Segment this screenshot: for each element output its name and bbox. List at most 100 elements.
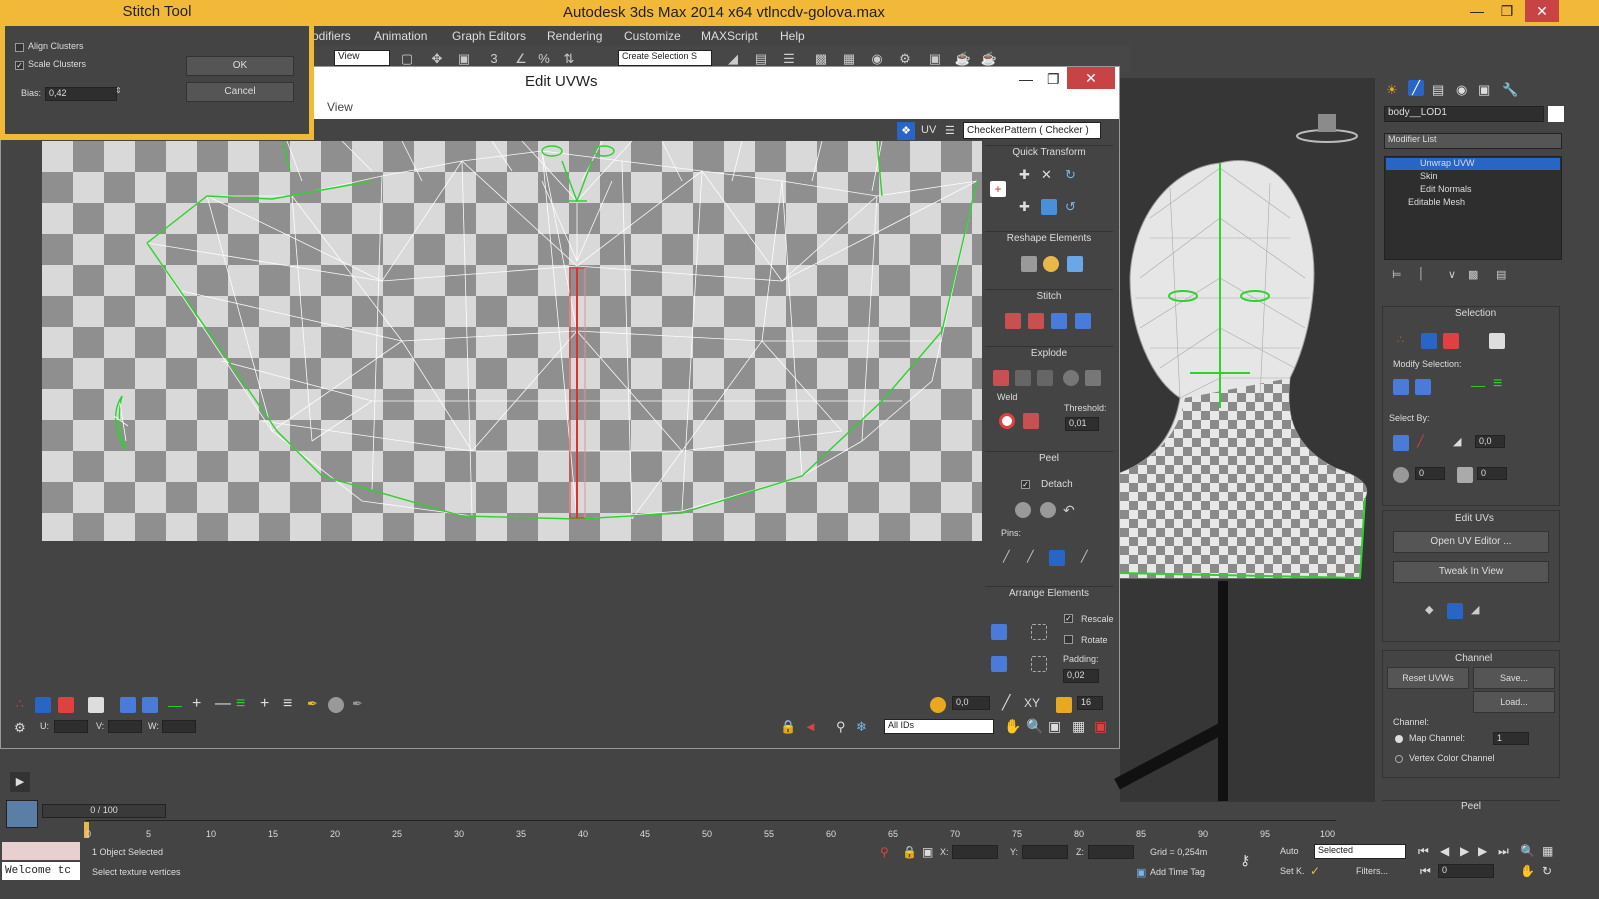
poly-select-icon[interactable] <box>1443 333 1459 349</box>
align-horizontal-icon[interactable]: ✚ <box>1019 167 1035 183</box>
u-input[interactable] <box>54 720 88 733</box>
select-by-element-icon[interactable] <box>1393 435 1409 451</box>
reset-uvws-button[interactable]: Reset UVWs <box>1387 667 1469 689</box>
auto-key-button[interactable]: Auto <box>1280 846 1299 856</box>
soft-select-icon[interactable] <box>328 697 344 713</box>
add-time-tag[interactable]: Add Time Tag <box>1150 867 1205 877</box>
view-select[interactable]: View <box>334 50 390 66</box>
stitch-cancel-button[interactable]: Cancel <box>186 82 294 102</box>
object-name-input[interactable]: body__LOD1 <box>1384 106 1544 122</box>
channel-header[interactable]: Channel <box>1455 653 1492 664</box>
pan-viewport-icon[interactable]: ✋ <box>1520 864 1535 878</box>
relax-icon[interactable] <box>1043 256 1059 272</box>
uvw-menu-view[interactable]: View <box>327 100 353 114</box>
w-input[interactable] <box>162 720 196 733</box>
loop-icon[interactable]: — <box>1471 377 1485 393</box>
bias-spinner-icon[interactable]: ⇕ <box>115 86 122 95</box>
go-to-end-icon[interactable]: ⏭ <box>1498 844 1509 859</box>
stack-edit-normals[interactable]: Edit Normals <box>1386 184 1560 196</box>
edit-uvs-header[interactable]: Edit UVs <box>1455 513 1494 524</box>
play-animation-icon[interactable]: ▶ <box>1460 844 1469 858</box>
zoom-extents-icon[interactable]: ▦ <box>1072 718 1085 735</box>
uv-editor-canvas[interactable] <box>42 141 982 541</box>
pack-custom-icon[interactable] <box>991 656 1007 672</box>
key-mode-toggle-icon[interactable]: ⏮ <box>1420 864 1431 879</box>
pin-stack-icon[interactable]: ⊨ <box>1392 268 1408 284</box>
scale-clusters-checkbox[interactable]: ✓ <box>15 61 24 70</box>
reset-peel-icon[interactable]: ↶ <box>1063 502 1079 518</box>
stitch-custom-icon[interactable] <box>1075 313 1091 329</box>
stitch-ok-button[interactable]: OK <box>186 56 294 76</box>
stitch-average-icon[interactable] <box>1028 313 1044 329</box>
z-coordinate[interactable] <box>1088 845 1134 859</box>
select-smoothing-icon[interactable] <box>1457 467 1473 483</box>
align-vertical-icon[interactable]: ✕ <box>1041 167 1057 183</box>
tweak-in-view-button[interactable]: Tweak In View <box>1393 561 1549 583</box>
vertex-select-icon[interactable]: ∴ <box>1397 333 1413 349</box>
detach-edge-icon[interactable] <box>1015 370 1031 386</box>
material-ids-dropdown[interactable]: All IDs <box>884 719 994 734</box>
v-input[interactable] <box>108 720 142 733</box>
uvw-minimize-icon[interactable]: — <box>1019 71 1033 87</box>
menu-animation[interactable]: Animation <box>374 29 427 43</box>
flatten-by-material-icon[interactable] <box>1085 370 1101 386</box>
make-unique-icon[interactable]: ∨ <box>1448 268 1464 284</box>
stitch-header[interactable]: Stitch <box>985 289 1113 302</box>
hide-icon[interactable]: ◄ <box>804 719 817 734</box>
auto-pin-icon[interactable] <box>1049 550 1065 566</box>
planar-map-icon[interactable]: ◆ <box>1425 603 1441 619</box>
pivot-icon[interactable]: + <box>990 181 1006 197</box>
zoom-icon[interactable]: 🔍 <box>1026 718 1043 735</box>
paint-select-icon[interactable]: ✒ <box>307 696 318 712</box>
edge-loop-icon[interactable]: — <box>168 697 182 713</box>
stack-unwrap-uvw[interactable]: Unwrap UVW <box>1386 158 1560 170</box>
key-filter-dropdown[interactable]: Selected <box>1314 844 1406 859</box>
ring-icon[interactable]: ≡ <box>236 695 245 713</box>
display-tab-icon[interactable]: ▣ <box>1478 82 1494 98</box>
polygon-mode-icon[interactable] <box>58 697 74 713</box>
stack-skin[interactable]: Skin <box>1386 171 1560 183</box>
padding-input[interactable]: 0,02 <box>1063 669 1099 683</box>
save-button[interactable]: Save... <box>1473 667 1555 689</box>
track-bar[interactable]: 0 5 10 15 20 25 30 35 40 45 50 55 60 65 … <box>84 820 1336 839</box>
pack-normalize-icon[interactable] <box>991 624 1007 640</box>
selection-set-dropdown[interactable]: Create Selection S <box>618 50 712 66</box>
planar-angle-icon[interactable]: ◢ <box>1453 435 1469 451</box>
peel-rollout-header[interactable]: Peel <box>1382 800 1560 816</box>
options-gear-icon[interactable]: ⚙ <box>14 720 26 736</box>
perspective-viewport[interactable] <box>1114 78 1375 802</box>
menu-rendering[interactable]: Rendering <box>547 29 602 43</box>
element-mode-icon[interactable] <box>88 697 104 713</box>
rescale-checkbox[interactable]: ✓ <box>1064 614 1073 623</box>
vertex-mode-icon[interactable]: ∴ <box>16 697 32 713</box>
snap-toggle-icon[interactable]: ▣ <box>1094 718 1107 735</box>
freeze-icon[interactable]: ❄ <box>856 719 867 735</box>
straighten-icon[interactable] <box>1021 256 1037 272</box>
quick-transform-header[interactable]: Quick Transform <box>985 145 1113 158</box>
isolate-icon[interactable]: ⚲ <box>880 845 889 859</box>
zoom-region-icon[interactable]: ▣ <box>1048 718 1061 735</box>
maxscript-listener[interactable] <box>2 842 80 860</box>
break-icon[interactable] <box>993 370 1009 386</box>
shrink-selection-icon[interactable] <box>142 697 158 713</box>
y-coordinate[interactable] <box>1022 845 1068 859</box>
align-box-icon[interactable] <box>1041 199 1057 215</box>
utilities-tab-icon[interactable]: 🔧 <box>1502 82 1518 98</box>
flatten-by-smoothing-icon[interactable] <box>1063 370 1079 386</box>
object-color-swatch[interactable] <box>1548 106 1564 122</box>
rotate-cw-icon[interactable]: ↻ <box>1065 167 1081 183</box>
minimize-icon[interactable]: — <box>1460 0 1494 22</box>
set-key-icon[interactable]: ⚷ <box>1240 852 1250 869</box>
map-channel-input[interactable]: 1 <box>1493 732 1529 745</box>
flatten-map-icon[interactable]: ◢ <box>1471 603 1487 619</box>
peel-mode-icon[interactable] <box>1040 502 1056 518</box>
selection-lock-icon[interactable]: 🔒 <box>902 845 917 859</box>
grid-snap-icon[interactable] <box>1056 697 1072 713</box>
arrange-elements-header[interactable]: Arrange Elements <box>985 586 1113 599</box>
texture-dropdown[interactable]: CheckerPattern ( Checker ) <box>963 122 1101 139</box>
select-by-edge-icon[interactable]: ╱ <box>1417 435 1433 451</box>
flatten-icon[interactable] <box>1037 370 1053 386</box>
quick-planar-icon[interactable] <box>1447 603 1463 619</box>
uvw-close-icon[interactable]: ✕ <box>1067 67 1115 89</box>
menu-graph-editors[interactable]: Graph Editors <box>452 29 526 43</box>
